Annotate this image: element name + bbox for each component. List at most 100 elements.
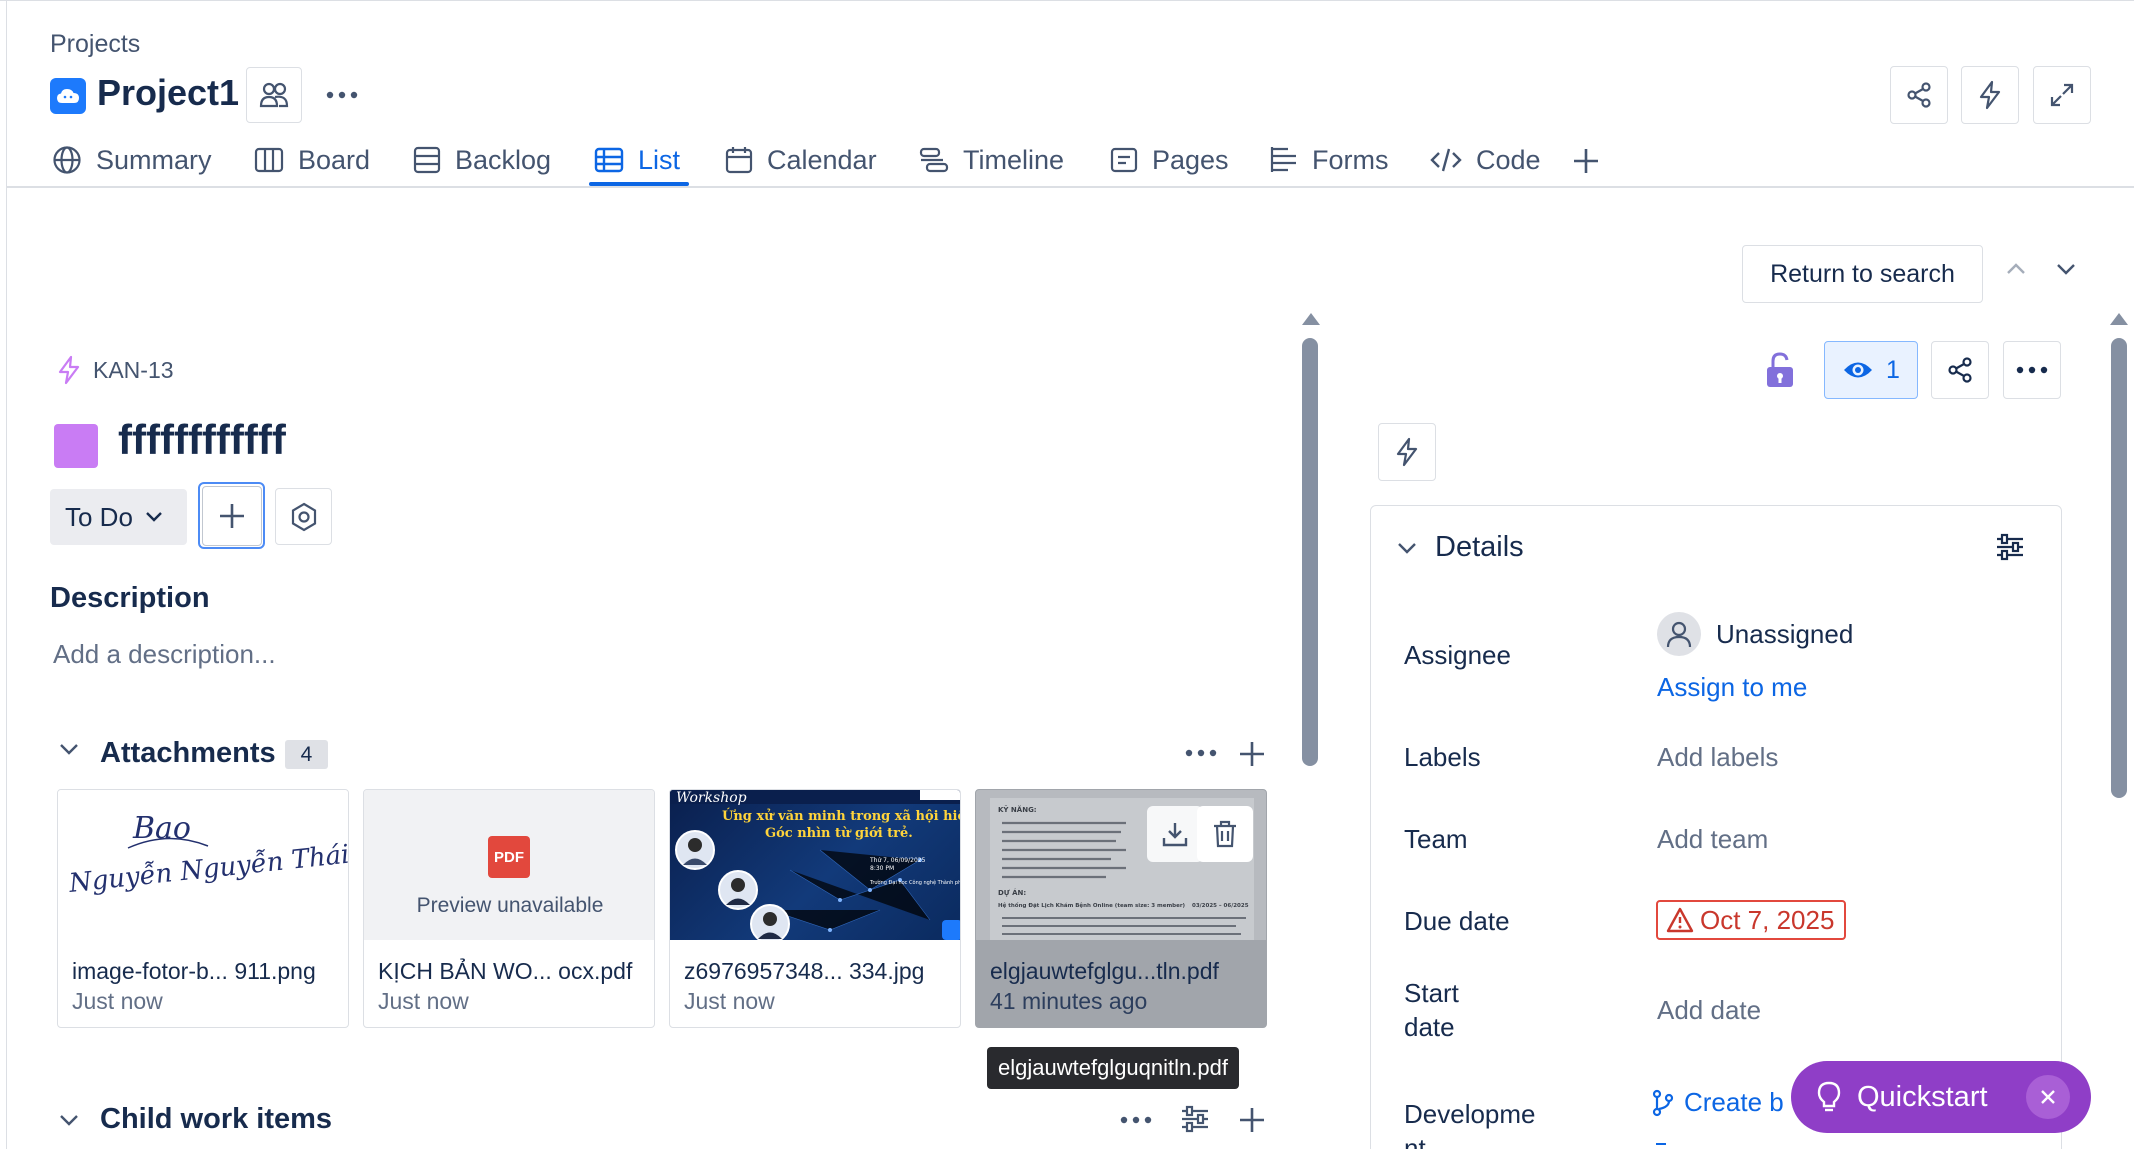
preview-unavailable-text: Preview unavailable (416, 894, 604, 917)
assign-to-me-link[interactable]: Assign to me (1657, 672, 1807, 703)
start-date-value[interactable]: Add date (1657, 995, 1761, 1026)
more-icon (2016, 366, 2048, 374)
team-label: Team (1404, 824, 1468, 854)
attachment-card[interactable]: Bao Nguyễn Nguyễn Thái Bảo image-fotor-b… (57, 789, 349, 1028)
restrict-access-button[interactable] (1764, 351, 1796, 389)
tab-timeline[interactable]: Timeline (919, 140, 1064, 180)
add-attachment-button[interactable] (1238, 740, 1266, 768)
issue-type-lightning-icon (56, 355, 82, 385)
issue-title[interactable]: ffffffffffff (118, 416, 286, 464)
signature-line-1: Bao (132, 811, 191, 846)
eye-icon (1844, 362, 1873, 378)
previous-issue-button[interactable] (2005, 262, 2035, 286)
collapse-child-items-button[interactable] (58, 1113, 80, 1127)
forms-icon (1270, 147, 1296, 172)
configure-fields-button[interactable] (1995, 533, 2025, 561)
labels-value[interactable]: Add labels (1657, 742, 1778, 773)
child-items-more-button[interactable] (1120, 1110, 1154, 1130)
signature-line-2: Nguyễn Nguyễn Thái Bảo (66, 833, 349, 899)
left-scrollbar-thumb[interactable] (1302, 338, 1318, 766)
workshop-date: Thứ 7, 06/09/2025 (869, 857, 926, 864)
pdf-icon: PDF (488, 836, 530, 878)
right-scrollbar-thumb[interactable] (2111, 338, 2127, 798)
tab-label: Pages (1152, 144, 1229, 175)
hexagon-icon (291, 502, 316, 531)
top-border (0, 0, 2134, 1)
tab-forms[interactable]: Forms (1270, 140, 1389, 180)
child-items-heading: Child work items (100, 1103, 333, 1135)
child-items-filter-button[interactable] (1180, 1105, 1210, 1133)
due-date-value[interactable]: Oct 7, 2025 (1656, 900, 1847, 940)
tab-code[interactable]: Code (1430, 140, 1541, 180)
people-icon (259, 82, 289, 108)
workshop-thumbnail: Workshop Ứng xử văn minh trong xã hội hi… (670, 790, 960, 940)
create-branch-link[interactable]: Create b (1652, 1087, 1784, 1118)
status-label: To Do (65, 501, 133, 532)
team-button[interactable] (246, 67, 302, 123)
collapse-attachments-button[interactable] (58, 742, 80, 756)
download-attachment-button[interactable] (1147, 806, 1203, 862)
left-border (6, 0, 7, 1149)
add-tab-button[interactable] (1570, 145, 1602, 177)
attachment-card[interactable]: KỸ NĂNG: DỰ ÁN: Hệ thống Đặt Lịch Khám B… (975, 789, 1267, 1028)
avatar (1657, 612, 1701, 656)
attachment-card[interactable]: PDF Preview unavailable KỊCH BẢN WO... o… (363, 789, 655, 1028)
team-value[interactable]: Add team (1657, 824, 1768, 855)
collapse-details-button[interactable] (1396, 541, 1418, 555)
breadcrumb[interactable]: Projects (50, 30, 140, 59)
tab-board[interactable]: Board (254, 140, 370, 180)
warning-icon (1666, 907, 1694, 933)
assignee-label: Assignee (1404, 640, 1511, 670)
attachment-name: z6976957348... 334.jpg (684, 958, 925, 984)
return-to-search-button[interactable]: Return to search (1742, 245, 1983, 303)
pdf-section-skills: KỸ NĂNG: (998, 805, 1037, 814)
left-scroll-up-arrow[interactable] (1302, 313, 1320, 325)
delete-attachment-button[interactable] (1197, 806, 1253, 862)
tab-summary[interactable]: Summary (52, 140, 212, 180)
lightning-icon (1396, 437, 1418, 467)
attachment-card[interactable]: Workshop Ứng xử văn minh trong xã hội hi… (669, 789, 961, 1028)
list-icon (594, 147, 624, 173)
sliders-icon (1997, 533, 2023, 561)
project-title: Project1 (97, 72, 240, 113)
attachments-count-badge: 4 (285, 740, 328, 769)
add-button[interactable] (198, 482, 265, 549)
user-icon (1666, 621, 1692, 648)
tab-label: Summary (96, 144, 212, 175)
due-date-label: Due date (1404, 906, 1510, 936)
add-child-item-button[interactable] (1238, 1106, 1266, 1134)
description-input[interactable]: Add a description... (53, 639, 276, 670)
share-button[interactable] (1890, 66, 1948, 124)
quickstart-label: Quickstart (1857, 1080, 1988, 1113)
next-issue-button[interactable] (2055, 262, 2085, 286)
tab-label: Board (298, 144, 371, 175)
attachments-more-button[interactable] (1185, 743, 1219, 763)
automation-button[interactable] (1961, 66, 2019, 124)
issue-more-button[interactable] (2003, 341, 2061, 399)
apps-button[interactable] (275, 488, 332, 545)
issue-automation-button[interactable] (1378, 423, 1436, 481)
fullscreen-button[interactable] (2033, 66, 2091, 124)
tabs-divider (6, 186, 2134, 188)
project-more-button[interactable] (322, 78, 362, 112)
pdf-section-projects: DỰ ÁN: (998, 888, 1026, 897)
tab-pages[interactable]: Pages (1110, 140, 1229, 180)
chevron-down-icon (146, 512, 162, 522)
timeline-icon (919, 147, 949, 173)
workshop-tag: Workshop (676, 790, 747, 806)
issue-share-button[interactable] (1931, 341, 1989, 399)
more-icon (1120, 1116, 1152, 1124)
right-scroll-up-arrow[interactable] (2110, 313, 2128, 325)
sliders-icon (1182, 1105, 1208, 1133)
pdf-project-line: Hệ thống Đặt Lịch Khám Bệnh Online (team… (998, 902, 1186, 909)
watch-button[interactable]: 1 (1824, 341, 1918, 399)
tab-list[interactable]: List (594, 140, 680, 180)
tab-label: Backlog (455, 144, 552, 175)
status-dropdown[interactable]: To Do (50, 489, 187, 545)
issue-key-link[interactable]: KAN-13 (93, 357, 174, 384)
assignee-value[interactable]: Unassigned (1716, 619, 1853, 650)
tab-backlog[interactable]: Backlog (413, 140, 551, 180)
plus-icon (219, 503, 244, 528)
tab-calendar[interactable]: Calendar (725, 140, 877, 180)
quickstart-close-button[interactable] (2026, 1075, 2070, 1119)
